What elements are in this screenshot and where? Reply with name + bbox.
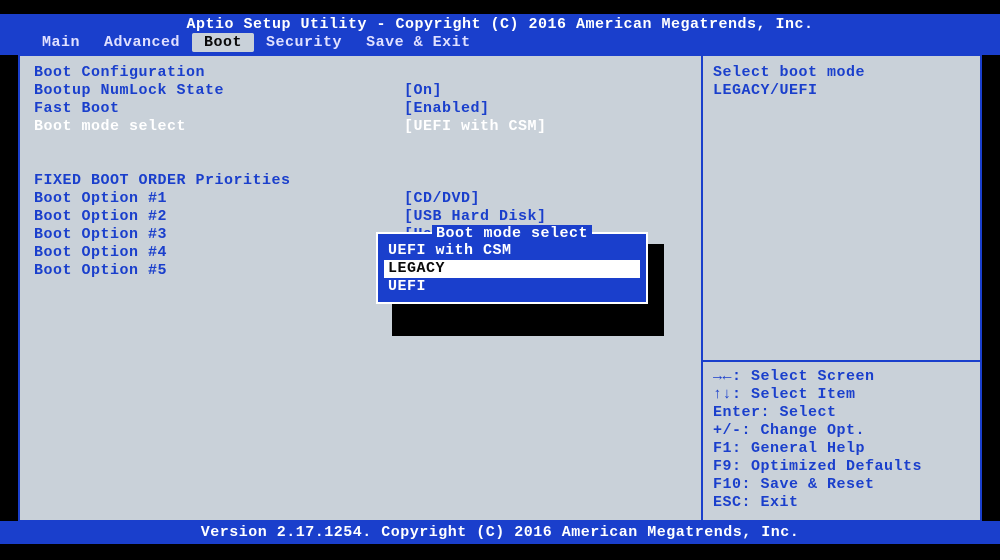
- setting-label: Boot Option #1: [34, 190, 404, 208]
- boot-option-1[interactable]: Boot Option #1 [CD/DVD]: [34, 190, 687, 208]
- divider: [703, 360, 980, 362]
- key-hint: F1: General Help: [713, 440, 970, 458]
- setting-value: [On]: [404, 82, 442, 100]
- key-hint: F9: Optimized Defaults: [713, 458, 970, 476]
- key-legend: →←: Select Screen ↑↓: Select Item Enter:…: [713, 360, 970, 512]
- tab-boot[interactable]: Boot: [192, 33, 254, 52]
- setting-label: Boot Option #3: [34, 226, 404, 244]
- body-area: Boot Configuration Bootup NumLock State …: [18, 54, 982, 522]
- bios-screen: Aptio Setup Utility - Copyright (C) 2016…: [0, 0, 1000, 560]
- setting-fast-boot[interactable]: Fast Boot [Enabled]: [34, 100, 687, 118]
- title-bar: Aptio Setup Utility - Copyright (C) 2016…: [0, 14, 1000, 33]
- item-help: Select boot mode LEGACY/UEFI: [713, 64, 970, 100]
- footer-text: Version 2.17.1254. Copyright (C) 2016 Am…: [201, 524, 800, 541]
- popup-option-uefi[interactable]: UEFI: [384, 278, 640, 296]
- section-header-boot-config: Boot Configuration: [34, 64, 687, 82]
- boot-mode-popup: Boot mode select UEFI with CSM LEGACY UE…: [376, 232, 648, 304]
- popup-option-uefi-csm[interactable]: UEFI with CSM: [384, 242, 640, 260]
- setting-numlock[interactable]: Bootup NumLock State [On]: [34, 82, 687, 100]
- setting-value: [UEFI with CSM]: [404, 118, 547, 136]
- tab-save-exit[interactable]: Save & Exit: [354, 34, 483, 51]
- setting-label: Fast Boot: [34, 100, 404, 118]
- setting-label: Boot mode select: [34, 118, 404, 136]
- key-hint: ESC: Exit: [713, 494, 970, 512]
- side-panel: Select boot mode LEGACY/UEFI →←: Select …: [702, 54, 982, 522]
- setting-label: Boot Option #4: [34, 244, 404, 262]
- setting-value: [Enabled]: [404, 100, 490, 118]
- setting-label: Bootup NumLock State: [34, 82, 404, 100]
- tab-advanced[interactable]: Advanced: [92, 34, 192, 51]
- setting-boot-mode-select[interactable]: Boot mode select [UEFI with CSM]: [34, 118, 687, 136]
- help-line: Select boot mode: [713, 64, 970, 82]
- tab-main[interactable]: Main: [30, 34, 92, 51]
- popup-option-legacy[interactable]: LEGACY: [384, 260, 640, 278]
- help-line: LEGACY/UEFI: [713, 82, 970, 100]
- setting-value: [USB Hard Disk]: [404, 208, 547, 226]
- tab-security[interactable]: Security: [254, 34, 354, 51]
- key-hint: +/-: Change Opt.: [713, 422, 970, 440]
- key-hint: F10: Save & Reset: [713, 476, 970, 494]
- popup-title: Boot mode select: [432, 225, 592, 242]
- key-hint: Enter: Select: [713, 404, 970, 422]
- boot-option-2[interactable]: Boot Option #2 [USB Hard Disk]: [34, 208, 687, 226]
- footer-bar: Version 2.17.1254. Copyright (C) 2016 Am…: [0, 521, 1000, 544]
- setting-label: Boot Option #5: [34, 262, 404, 280]
- setting-value: [CD/DVD]: [404, 190, 480, 208]
- key-hint: ↑↓: Select Item: [713, 386, 970, 404]
- tab-bar: Main Advanced Boot Security Save & Exit: [0, 32, 1000, 55]
- section-header-boot-order: FIXED BOOT ORDER Priorities: [34, 172, 687, 190]
- key-hint: →←: Select Screen: [713, 368, 970, 386]
- main-panel: Boot Configuration Bootup NumLock State …: [18, 54, 702, 522]
- setting-label: Boot Option #2: [34, 208, 404, 226]
- title-text: Aptio Setup Utility - Copyright (C) 2016…: [186, 16, 813, 33]
